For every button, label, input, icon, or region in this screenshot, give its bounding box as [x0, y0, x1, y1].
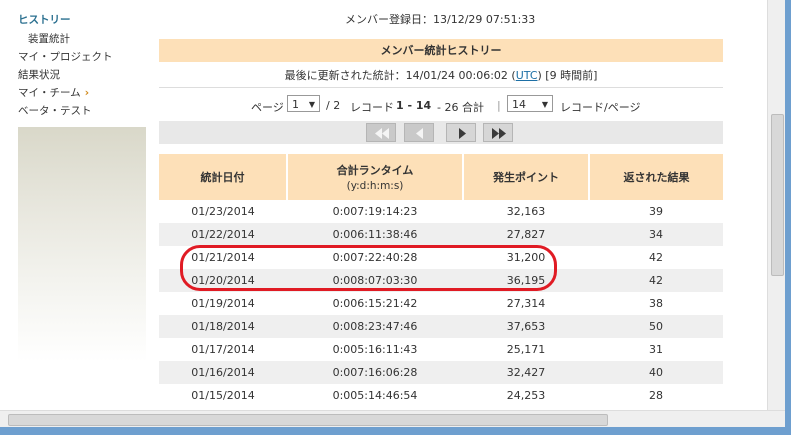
sidebar-banner [18, 127, 146, 362]
cell-runtime: 0:006:11:38:46 [332, 228, 418, 241]
highlight-annotation [180, 245, 557, 291]
column-header-label: 発生ポイント [493, 171, 559, 184]
cell-points: 37,653 [506, 320, 546, 333]
table-header: 統計日付 合計ランタイム (y:d:h:m:s) 発生ポイント 返された結果 [159, 154, 723, 200]
cell-results: 42 [649, 274, 663, 287]
sidebar-item-my-team[interactable]: マイ・チーム › [18, 85, 89, 100]
vertical-scroll-thumb[interactable] [771, 114, 784, 276]
cell-results: 42 [649, 251, 663, 264]
sidebar-item-device-stats[interactable]: 装置統計 [28, 31, 70, 46]
cell-results: 38 [649, 297, 663, 310]
sidebar-item-label: ベータ・テスト [18, 105, 92, 117]
last-updated-prefix: 最後に更新された統計：14/01/24 00:06:02 ( [284, 69, 516, 82]
column-header-label: 返された結果 [623, 171, 690, 184]
cell-runtime: 0:005:16:11:43 [332, 343, 418, 356]
last-updated-suffix: ) [9 時間前] [537, 69, 598, 82]
cell-date: 01/18/2014 [191, 320, 255, 333]
cell-results: 28 [649, 389, 663, 402]
cell-results: 31 [649, 343, 663, 356]
page-select-value: 1 [292, 98, 299, 111]
vertical-scrollbar[interactable] [767, 0, 786, 410]
column-header-label: 統計日付 [200, 171, 245, 184]
cell-points: 27,314 [506, 297, 546, 310]
horizontal-scrollbar[interactable] [0, 410, 785, 428]
utc-link[interactable]: UTC [516, 69, 538, 82]
dropdown-arrow-icon: ▼ [308, 100, 315, 109]
cell-date: 01/15/2014 [191, 389, 255, 402]
sidebar-item-label: 結果状況 [18, 69, 60, 81]
sidebar-item-history[interactable]: ヒストリー [18, 12, 71, 27]
sidebar-item-beta-test[interactable]: ベータ・テスト [18, 103, 92, 118]
sidebar-item-label: マイ・プロジェクト [18, 51, 113, 63]
last-updated: 最後に更新された統計：14/01/24 00:06:02 (UTC) [9 時間… [159, 67, 723, 83]
cell-date: 01/23/2014 [191, 205, 255, 218]
per-page-label: レコード/ページ [560, 101, 641, 114]
sidebar-item-label: ヒストリー [18, 14, 71, 26]
cell-points: 27,827 [506, 228, 546, 241]
sidebar-item-label: マイ・チーム [18, 87, 81, 99]
cell-runtime: 0:008:23:47:46 [332, 320, 418, 333]
next-page-button[interactable] [446, 123, 476, 142]
cell-results: 40 [649, 366, 663, 379]
member-registered-date: メンバー登録日：13/12/29 07:51:33 [345, 13, 536, 26]
record-prefix: レコード [350, 101, 394, 114]
cell-results: 50 [649, 320, 663, 333]
cell-points: 32,163 [506, 205, 546, 218]
sidebar-item-results-status[interactable]: 結果状況 [18, 67, 60, 82]
column-header-points[interactable]: 発生ポイント [464, 154, 588, 200]
cell-points: 32,427 [506, 366, 546, 379]
window-frame-bottom [0, 427, 791, 435]
table-row: 01/15/2014 0:005:14:46:54 24,253 28 [159, 384, 723, 407]
cell-results: 34 [649, 228, 663, 241]
per-page-select-value: 14 [512, 98, 526, 111]
table-row: 01/19/2014 0:006:15:21:42 27,314 38 [159, 292, 723, 315]
page-label: ページ [251, 101, 284, 114]
page-total: / 2 [326, 99, 341, 112]
separator: | [497, 99, 501, 112]
page-select[interactable]: 1 ▼ [287, 95, 320, 112]
cell-date: 01/17/2014 [191, 343, 255, 356]
record-total: - 26 合計 [437, 101, 484, 114]
table-row: 01/22/2014 0:006:11:38:46 27,827 34 [159, 223, 723, 246]
column-header-results[interactable]: 返された結果 [590, 154, 723, 200]
sidebar-item-my-projects[interactable]: マイ・プロジェクト [18, 49, 113, 64]
sidebar: ヒストリー 装置統計 マイ・プロジェクト 結果状況 マイ・チーム › ベータ・テス… [0, 0, 150, 410]
dropdown-arrow-icon: ▼ [541, 100, 548, 109]
cell-points: 24,253 [506, 389, 546, 402]
cell-runtime: 0:005:14:46:54 [332, 389, 418, 402]
divider [159, 87, 723, 88]
column-header-runtime[interactable]: 合計ランタイム (y:d:h:m:s) [288, 154, 462, 200]
record-range: 1 - 14 [396, 99, 432, 112]
cell-runtime: 0:006:15:21:42 [332, 297, 418, 310]
double-right-arrow-icon [492, 128, 506, 139]
cell-results: 39 [649, 205, 663, 218]
cell-date: 01/22/2014 [191, 228, 255, 241]
table-row: 01/17/2014 0:005:16:11:43 25,171 31 [159, 338, 723, 361]
chevron-right-icon: › [84, 87, 90, 99]
table-row: 01/23/2014 0:007:19:14:23 32,163 39 [159, 200, 723, 223]
cell-runtime: 0:007:19:14:23 [332, 205, 418, 218]
horizontal-scroll-thumb[interactable] [8, 414, 608, 426]
last-page-button[interactable] [483, 123, 513, 142]
prev-page-button[interactable] [404, 123, 434, 142]
pagination: ページ 1 ▼ / 2 レコード 1 - 14 - 26 合計 | 14 ▼ レコー… [159, 95, 723, 115]
window-frame-right [785, 0, 791, 435]
table-row: 01/18/2014 0:008:23:47:46 37,653 50 [159, 315, 723, 338]
right-arrow-icon [459, 128, 466, 139]
cell-date: 01/19/2014 [191, 297, 255, 310]
table-row: 01/16/2014 0:007:16:06:28 32,427 40 [159, 361, 723, 384]
left-arrow-icon [416, 128, 423, 139]
column-header-label: 合計ランタイム [336, 164, 414, 177]
double-left-arrow-icon [375, 128, 389, 139]
sidebar-item-label: 装置統計 [28, 33, 70, 45]
page-nav-bar [159, 121, 723, 144]
per-page-select[interactable]: 14 ▼ [507, 95, 553, 112]
stats-history-title: メンバー統計ヒストリー [159, 39, 723, 62]
cell-date: 01/16/2014 [191, 366, 255, 379]
cell-runtime: 0:007:16:06:28 [332, 366, 418, 379]
column-header-date[interactable]: 統計日付 [159, 154, 286, 200]
first-page-button[interactable] [366, 123, 396, 142]
column-header-sublabel: (y:d:h:m:s) [346, 180, 404, 192]
cell-points: 25,171 [506, 343, 546, 356]
